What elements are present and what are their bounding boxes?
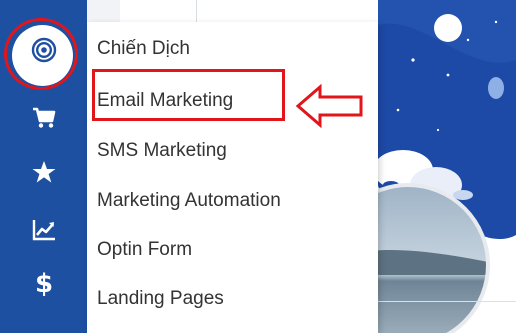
menu-item-sms-marketing[interactable]: SMS Marketing [97,135,227,167]
menu-item-landing-pages[interactable]: Landing Pages [97,283,224,315]
menu-item-optin-form[interactable]: Optin Form [97,234,192,266]
chart-line-icon[interactable] [22,208,66,252]
menu-item-marketing-automation[interactable]: Marketing Automation [97,185,281,217]
annotation-arrow-icon [295,83,365,133]
divider-line [378,301,516,302]
cart-icon[interactable] [22,96,66,140]
menu-item-campaign[interactable]: Chiến Dịch [97,33,190,65]
annotation-highlight-box [92,69,285,121]
star-icon[interactable] [22,150,66,194]
background-illustration [378,0,516,333]
dollar-icon[interactable]: $ [22,262,66,306]
annotation-circle [4,18,78,90]
